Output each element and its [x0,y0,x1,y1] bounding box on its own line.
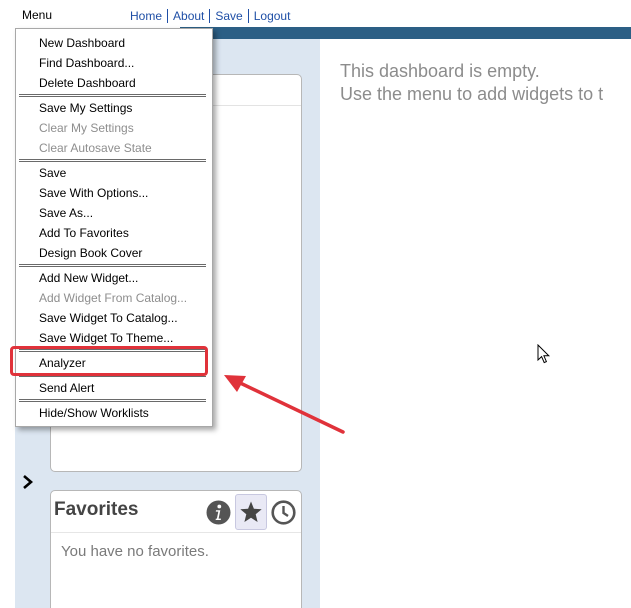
favorites-toolbar [202,494,297,530]
favorites-divider [51,532,301,533]
empty-dashboard-message: This dashboard is empty. [340,61,540,81]
menu-separator [19,159,206,162]
star-icon[interactable] [235,494,267,530]
header-strip [180,27,631,39]
nav-about-link[interactable]: About [168,9,209,23]
top-nav: Home About Save Logout [130,9,295,23]
menu-separator [19,399,206,402]
annotation-arrow-icon [224,375,345,434]
menu-item-add-new-widget[interactable]: Add New Widget... [39,271,138,285]
menu-item-delete-dashboard[interactable]: Delete Dashboard [39,76,136,90]
menu-item-save-as[interactable]: Save As... [39,206,93,220]
menu-item-save[interactable]: Save [39,166,66,180]
menu-item-hide-show-worklists[interactable]: Hide/Show Worklists [39,406,149,420]
mouse-cursor-icon [537,344,551,364]
menu-item-add-to-favorites[interactable]: Add To Favorites [39,226,129,240]
menu-button[interactable]: Menu [22,8,52,22]
menu-separator [19,94,206,97]
menu-item-clear-my-settings: Clear My Settings [39,121,134,135]
menu-item-clear-autosave-state: Clear Autosave State [39,141,152,155]
nav-home-link[interactable]: Home [130,9,167,23]
menu-item-new-dashboard[interactable]: New Dashboard [39,36,125,50]
info-icon[interactable] [205,499,232,526]
menu-item-design-book-cover[interactable]: Design Book Cover [39,246,142,260]
favorites-empty-text: You have no favorites. [61,543,209,560]
menu-item-save-with-options[interactable]: Save With Options... [39,186,148,200]
clock-icon[interactable] [270,499,297,526]
menu-item-save-widget-to-theme[interactable]: Save Widget To Theme... [39,331,173,345]
empty-dashboard-hint: Use the menu to add widgets to t [340,84,604,104]
favorites-title: Favorites [54,499,139,520]
expand-chevron-icon[interactable] [20,474,36,490]
menu-item-add-widget-from-catalog: Add Widget From Catalog... [39,291,188,305]
menu-separator [19,264,206,267]
favorites-widget: Favorites You have no favorites. [50,490,302,608]
menu-item-save-widget-to-catalog[interactable]: Save Widget To Catalog... [39,311,178,325]
nav-save-link[interactable]: Save [210,9,247,23]
menu-item-find-dashboard[interactable]: Find Dashboard... [39,56,134,70]
analyzer-highlight-box [10,346,208,376]
menu-item-save-my-settings[interactable]: Save My Settings [39,101,132,115]
nav-logout-link[interactable]: Logout [249,9,296,23]
menu-item-send-alert[interactable]: Send Alert [39,381,94,395]
